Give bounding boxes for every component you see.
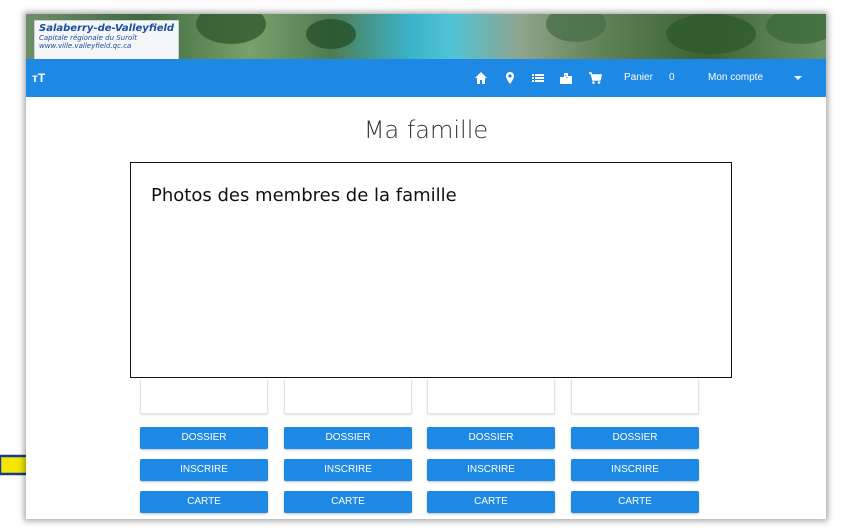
carte-button[interactable]: CARTE [140, 491, 268, 513]
cart-label[interactable]: Panier [624, 59, 653, 97]
member-card [571, 380, 699, 414]
inscrire-button[interactable]: INSCRIRE [571, 459, 699, 481]
family-photos-box: Photos des membres de la famille [130, 162, 732, 378]
logo-subtitle: Capitale régionale du Suroît [39, 34, 137, 42]
list-icon[interactable] [531, 71, 545, 85]
cart-icon[interactable] [588, 71, 602, 85]
city-building-icon[interactable] [559, 71, 573, 85]
inscrire-button[interactable]: INSCRIRE [284, 459, 412, 481]
page-title: Ma famille [363, 116, 489, 144]
inscrire-button[interactable]: INSCRIRE [427, 459, 555, 481]
dossier-button[interactable]: DOSSIER [427, 427, 555, 449]
cart-count-badge: 0 [669, 72, 675, 83]
chevron-down-icon[interactable] [794, 76, 802, 80]
home-icon[interactable] [474, 71, 488, 85]
carte-button[interactable]: CARTE [284, 491, 412, 513]
account-menu[interactable]: Mon compte [708, 59, 763, 97]
member-card [284, 380, 412, 414]
member-card [140, 380, 268, 414]
city-logo[interactable]: Salaberry-de-Valleyfield Capitale région… [34, 20, 179, 60]
location-pin-icon[interactable] [503, 71, 517, 85]
dossier-button[interactable]: DOSSIER [284, 427, 412, 449]
dossier-button[interactable]: DOSSIER [140, 427, 268, 449]
logo-title: Salaberry-de-Valleyfield [39, 23, 175, 34]
dossier-button[interactable]: DOSSIER [571, 427, 699, 449]
photos-box-label: Photos des membres de la famille [151, 185, 457, 206]
top-navbar: тT Panier 0 Mon compte [26, 59, 826, 97]
carte-button[interactable]: CARTE [427, 491, 555, 513]
carte-button[interactable]: CARTE [571, 491, 699, 513]
page: Salaberry-de-Valleyfield Capitale région… [0, 0, 843, 529]
inscrire-button[interactable]: INSCRIRE [140, 459, 268, 481]
member-card [427, 380, 555, 414]
header-banner: Salaberry-de-Valleyfield Capitale région… [26, 14, 826, 60]
text-size-icon[interactable]: тT [32, 71, 45, 85]
browser-window: Salaberry-de-Valleyfield Capitale région… [26, 14, 826, 519]
logo-url: www.ville.valleyfield.qc.ca [39, 42, 132, 50]
